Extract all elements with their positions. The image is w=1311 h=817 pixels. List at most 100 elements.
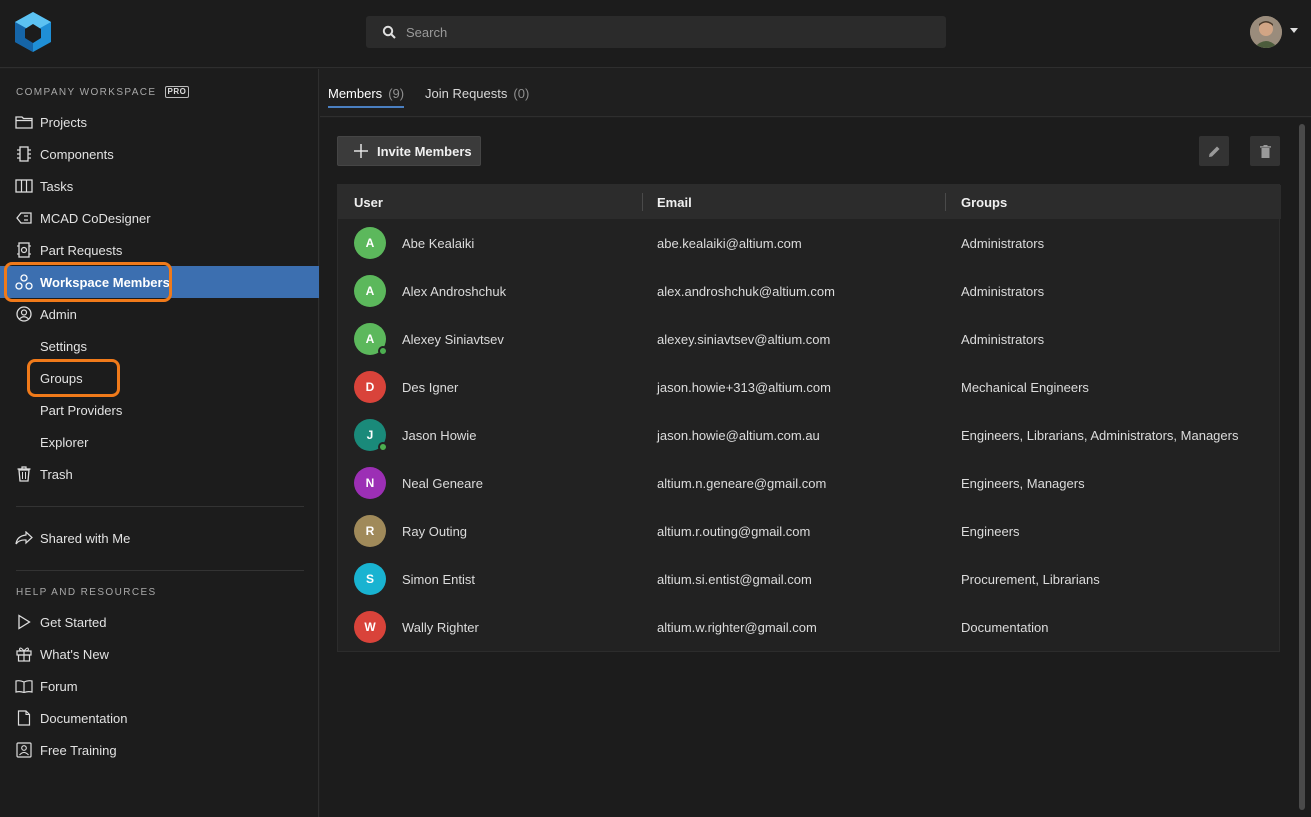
sidebar-item-label: Trash: [40, 466, 73, 482]
avatar-initial: N: [365, 476, 375, 490]
table-row[interactable]: J Jason Howie jason.howie@altium.com.au Eng…: [338, 411, 1281, 459]
avatar-initial: W: [364, 620, 376, 634]
cell-email: alex.androshchuk@altium.com: [657, 283, 835, 299]
table-row[interactable]: A Alexey Siniavtsev alexey.siniavtsev@alti…: [338, 315, 1281, 363]
sidebar-item-trash[interactable]: Trash: [0, 458, 319, 490]
delete-button[interactable]: [1250, 136, 1280, 166]
sidebar-item-label: Admin: [40, 306, 77, 322]
table-row[interactable]: N Neal Geneare altium.n.geneare@gmail.com E…: [338, 459, 1281, 507]
cell-user: Wally Righter: [402, 619, 479, 635]
cell-groups: Documentation: [961, 619, 1049, 635]
workspace-section-title: COMPANY WORKSPACE PRO: [16, 86, 190, 98]
gift-icon: [15, 645, 33, 663]
avatar-initial: A: [365, 332, 375, 346]
members-table: User Email Groups A Abe Kealaiki abe.keala…: [337, 184, 1281, 652]
table-row[interactable]: R Ray Outing altium.r.outing@gmail.com Engi…: [338, 507, 1281, 555]
cell-user: Alexey Siniavtsev: [402, 331, 504, 347]
part-request-icon: [15, 241, 33, 259]
sidebar-item-part-providers[interactable]: Part Providers: [0, 394, 319, 426]
member-avatar: W: [354, 611, 386, 643]
sidebar-item-shared-with-me[interactable]: Shared with Me: [0, 522, 319, 554]
sidebar-item-groups[interactable]: Groups: [0, 362, 319, 394]
sidebar: COMPANY WORKSPACE PRO Projects Component…: [0, 69, 319, 817]
user-avatar[interactable]: [1250, 16, 1282, 48]
sidebar-item-mcad-codesigner[interactable]: MCAD CoDesigner: [0, 202, 319, 234]
chevron-down-icon[interactable]: [1290, 28, 1298, 33]
column-header-groups[interactable]: Groups: [961, 185, 1007, 219]
sidebar-item-get-started[interactable]: Get Started: [0, 606, 319, 638]
play-icon: [15, 613, 33, 631]
table-row[interactable]: A Abe Kealaiki abe.kealaiki@altium.com Admi…: [338, 219, 1281, 267]
cell-email: jason.howie@altium.com.au: [657, 427, 820, 443]
sidebar-item-label: Projects: [40, 114, 87, 130]
sidebar-item-workspace-members[interactable]: Workspace Members: [0, 266, 319, 298]
cell-user: Ray Outing: [402, 523, 468, 539]
table-row[interactable]: S Simon Entist altium.si.entist@gmail.com P…: [338, 555, 1281, 603]
search-input[interactable]: [406, 24, 926, 40]
chip-icon: [15, 145, 33, 163]
scrollbar[interactable]: [1299, 124, 1305, 810]
altium-logo-icon[interactable]: [15, 12, 51, 52]
sidebar-item-label: Get Started: [40, 614, 107, 630]
sidebar-item-forum[interactable]: Forum: [0, 670, 319, 702]
cell-email: alexey.siniavtsev@altium.com: [657, 331, 831, 347]
trash-icon: [15, 465, 33, 483]
search-box[interactable]: [366, 16, 946, 48]
avatar-initial: D: [365, 380, 375, 394]
edit-button[interactable]: [1199, 136, 1229, 166]
sidebar-item-admin[interactable]: Admin: [0, 298, 319, 330]
book-icon: [15, 677, 33, 695]
online-status-indicator: [378, 442, 388, 452]
cell-email: altium.si.entist@gmail.com: [657, 571, 812, 587]
column-header-email[interactable]: Email: [657, 185, 692, 219]
help-title: HELP AND RESOURCES: [16, 587, 157, 598]
top-bar: [0, 0, 1311, 68]
sidebar-item-settings[interactable]: Settings: [0, 330, 319, 362]
sidebar-item-label: Forum: [40, 678, 78, 694]
invite-members-button[interactable]: Invite Members: [337, 136, 481, 166]
sidebar-item-part-requests[interactable]: Part Requests: [0, 234, 319, 266]
members-icon: [15, 273, 33, 291]
sidebar-item-tasks[interactable]: Tasks: [0, 170, 319, 202]
table-row[interactable]: W Wally Righter altium.w.righter@gmail.com…: [338, 603, 1281, 651]
online-status-indicator: [378, 346, 388, 356]
sidebar-item-label: Shared with Me: [40, 530, 131, 546]
tab-count: (0): [513, 85, 530, 101]
document-icon: [15, 709, 33, 727]
sidebar-item-documentation[interactable]: Documentation: [0, 702, 319, 734]
sidebar-item-components[interactable]: Components: [0, 138, 319, 170]
sidebar-item-label: Components: [40, 146, 114, 162]
cell-email: altium.r.outing@gmail.com: [657, 523, 811, 539]
pencil-icon: [1208, 146, 1219, 157]
avatar-initial: S: [365, 572, 374, 586]
sidebar-item-label: MCAD CoDesigner: [40, 210, 151, 226]
sidebar-item-projects[interactable]: Projects: [0, 106, 319, 138]
pro-badge: PRO: [164, 86, 190, 98]
sidebar-item-whats-new[interactable]: What's New: [0, 638, 319, 670]
cell-groups: Administrators: [961, 283, 1045, 299]
tab-join-requests[interactable]: Join Requests (0): [425, 69, 529, 117]
tab-members[interactable]: Members (9): [328, 69, 405, 117]
member-avatar: R: [354, 515, 386, 547]
tab-label: Join Requests: [425, 85, 508, 101]
avatar-initial: A: [365, 236, 375, 250]
trash-icon: [1259, 144, 1271, 158]
cell-groups: Mechanical Engineers: [961, 379, 1089, 395]
sidebar-item-free-training[interactable]: Free Training: [0, 734, 319, 766]
tab-count: (9): [388, 85, 405, 101]
cell-user: Abe Kealaiki: [402, 235, 475, 251]
sidebar-item-label: Part Providers: [40, 402, 123, 418]
column-resizer[interactable]: [642, 193, 643, 211]
sidebar-item-label: What's New: [40, 646, 109, 662]
table-row[interactable]: A Alex Androshchuk alex.androshchuk@altium…: [338, 267, 1281, 315]
sidebar-divider: [16, 570, 304, 571]
sidebar-item-label: Workspace Members: [40, 274, 170, 290]
sidebar-item-explorer[interactable]: Explorer: [0, 426, 319, 458]
member-avatar: A: [354, 323, 388, 356]
cell-email: altium.w.righter@gmail.com: [657, 619, 817, 635]
table-row[interactable]: D Des Igner jason.howie+313@altium.com Mech…: [338, 363, 1281, 411]
cell-email: altium.n.geneare@gmail.com: [657, 475, 827, 491]
column-header-user[interactable]: User: [354, 185, 383, 219]
workspace-title: COMPANY WORKSPACE: [16, 86, 157, 98]
column-resizer[interactable]: [945, 193, 946, 211]
